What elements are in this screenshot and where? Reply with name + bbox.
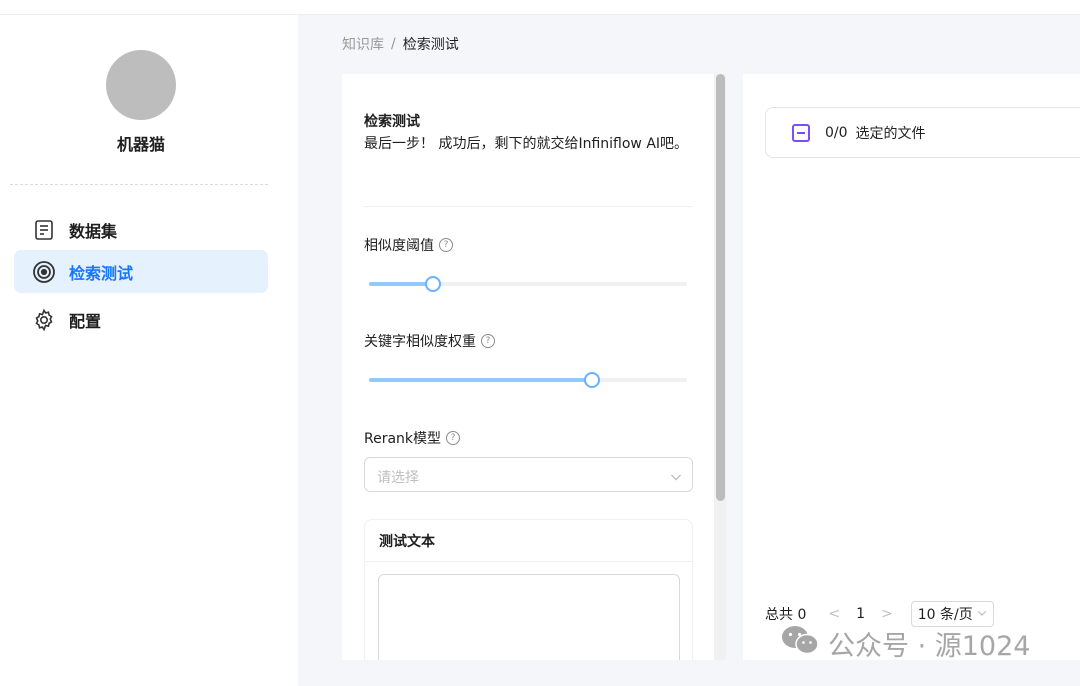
target-icon [32, 260, 56, 284]
selected-files-bar: 0/0 选定的文件 [765, 107, 1080, 158]
breadcrumb: 知识库 / 检索测试 [342, 34, 459, 54]
select-all-checkbox[interactable] [792, 123, 810, 142]
sidebar-item-retrieval-test[interactable]: 检索测试 [14, 250, 268, 293]
breadcrumb-separator: / [391, 36, 396, 52]
slider-fill [369, 378, 592, 382]
chevron-right-icon[interactable]: > [881, 606, 893, 622]
breadcrumb-current: 检索测试 [402, 37, 459, 53]
chevron-down-icon [977, 606, 987, 622]
gear-icon [32, 308, 56, 332]
rerank-select[interactable]: 请选择 [364, 457, 693, 492]
watermark: 公众号 · 源1024 [780, 624, 1030, 663]
top-bar [0, 0, 1080, 15]
help-icon[interactable]: ? [446, 431, 461, 445]
sidebar-divider [10, 184, 268, 185]
sidebar-item-dataset[interactable]: 数据集 [14, 208, 268, 251]
rerank-placeholder: 请选择 [377, 470, 419, 486]
avatar[interactable] [106, 50, 176, 120]
username: 机器猫 [116, 135, 165, 154]
test-panel-title: 检索测试 [364, 114, 420, 130]
similarity-threshold-text: 相似度阈值 [364, 238, 434, 254]
test-text-input[interactable] [378, 574, 680, 660]
rerank-text: Rerank模型 [364, 431, 442, 447]
dataset-icon [32, 218, 56, 242]
similarity-threshold-label: 相似度阈值 ? [364, 235, 453, 255]
selected-label: 选定的文件 [855, 125, 926, 142]
keyword-weight-label: 关键字相似度权重 ? [364, 331, 495, 351]
chevron-down-icon [670, 468, 682, 487]
scrollbar-thumb[interactable] [716, 74, 725, 501]
watermark-text: 公众号 · 源1024 [828, 631, 1031, 662]
rerank-label: Rerank模型 ? [364, 428, 461, 448]
sidebar: 机器猫 数据集 检索测试 配置 [0, 15, 298, 686]
help-icon[interactable]: ? [481, 334, 495, 348]
page-size-value: 10 条/页 [917, 607, 973, 623]
test-panel-description: 最后一步！ 成功后，剩下的就交给Infiniflow AI吧。 [364, 136, 689, 152]
keyword-weight-text: 关键字相似度权重 [364, 334, 476, 350]
slider-handle[interactable] [583, 372, 600, 388]
test-text-card: 测试文本 [364, 519, 693, 660]
test-panel-divider [364, 206, 692, 207]
breadcrumb-parent[interactable]: 知识库 [342, 34, 384, 54]
pagination-total: 总共 0 [765, 607, 807, 623]
wechat-icon [780, 624, 820, 663]
test-text-title: 测试文本 [365, 520, 692, 562]
slider-fill [369, 282, 433, 286]
help-icon[interactable]: ? [439, 238, 453, 252]
sidebar-item-label: 数据集 [69, 221, 118, 241]
selected-count: 0/0 [825, 124, 848, 141]
keyword-weight-slider[interactable] [369, 371, 687, 389]
main-area: 知识库 / 检索测试 检索测试 最后一步！ 成功后，剩下的就交给Infinifl… [298, 15, 1080, 686]
pagination-page[interactable]: 1 [856, 606, 865, 622]
slider-handle[interactable] [424, 276, 441, 292]
similarity-threshold-slider[interactable] [369, 275, 687, 293]
sidebar-item-label: 检索测试 [69, 263, 134, 283]
chevron-left-icon[interactable]: < [828, 606, 840, 622]
test-panel: 检索测试 最后一步！ 成功后，剩下的就交给Infiniflow AI吧。 相似度… [342, 74, 726, 660]
sidebar-item-label: 配置 [69, 311, 102, 331]
sidebar-item-config[interactable]: 配置 [14, 298, 268, 341]
results-panel: 0/0 选定的文件 总共 0 < 1 > 10 条/页 [743, 74, 1080, 660]
